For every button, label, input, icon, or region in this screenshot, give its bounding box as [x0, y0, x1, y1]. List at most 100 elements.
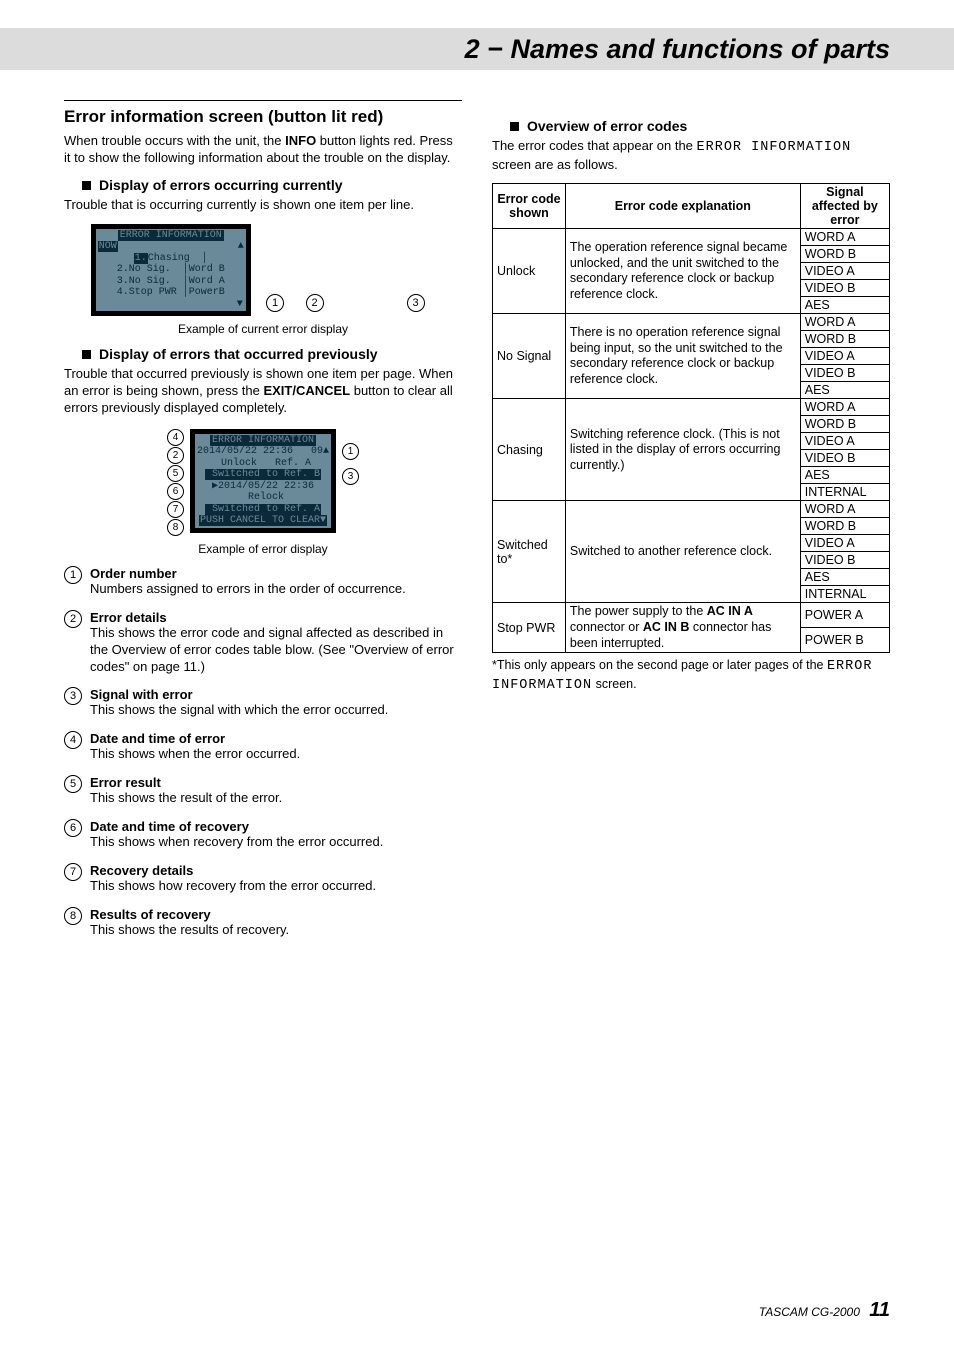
list-item: 4 Date and time of errorThis shows when t… — [64, 731, 462, 763]
list-item: 5 Error resultThis shows the result of th… — [64, 775, 462, 807]
item-description: This shows how recovery from the error o… — [90, 878, 462, 895]
cell-signal: WORD A — [800, 501, 889, 518]
callout-2b: 2 — [167, 447, 184, 464]
cell-signal: VIDEO B — [800, 450, 889, 467]
callout-8: 8 — [167, 519, 184, 536]
lcd1-title: ERROR INFORMATION — [118, 230, 224, 242]
callout-1b: 1 — [342, 443, 359, 460]
overview-intro: The error codes that appear on the ERROR… — [492, 138, 890, 173]
subheading-1: Display of errors occurring currently — [99, 177, 343, 193]
circled-number-icon: 7 — [64, 863, 82, 881]
intro-text-1: When trouble occurs with the unit, the — [64, 133, 285, 148]
item-title: Signal with error — [90, 687, 462, 702]
cell-signal: AES — [800, 467, 889, 484]
cell-signal: AES — [800, 569, 889, 586]
fig2-right-callouts: 1 3 — [342, 429, 359, 485]
circled-number-icon: 5 — [64, 775, 82, 793]
numbered-definition-list: 1Order numberNumbers assigned to errors … — [64, 566, 462, 939]
cell-signal: WORD A — [800, 229, 889, 246]
cell-error-code: Stop PWR — [493, 603, 566, 653]
cell-signal: AES — [800, 382, 889, 399]
circled-number-icon: 4 — [64, 731, 82, 749]
list-item: 8Results of recoveryThis shows the resul… — [64, 907, 462, 939]
sub1-body: Trouble that is occurring currently is s… — [64, 197, 462, 214]
item-description: This shows the signal with which the err… — [90, 702, 462, 719]
cell-signal: VIDEO B — [800, 552, 889, 569]
section-rule — [64, 100, 462, 101]
subheading-row-1: Display of errors occurring currently — [82, 177, 462, 193]
table-row: No SignalThere is no operation reference… — [493, 314, 890, 331]
cell-signal: VIDEO A — [800, 263, 889, 280]
figure-2-caption: Example of error display — [64, 542, 462, 556]
callout-6: 6 — [167, 483, 184, 500]
subheading-2: Display of errors that occurred previous… — [99, 346, 378, 362]
cell-signal: VIDEO A — [800, 433, 889, 450]
item-description: This shows the error code and signal aff… — [90, 625, 462, 676]
item-title: Date and time of error — [90, 731, 462, 746]
sub2-body: Trouble that occurred previously is show… — [64, 366, 462, 417]
cell-signal: WORD B — [800, 246, 889, 263]
item-title: Recovery details — [90, 863, 462, 878]
table-row: ChasingSwitching reference clock. (This … — [493, 399, 890, 416]
cell-signal: WORD A — [800, 399, 889, 416]
callout-3: 3 — [407, 294, 425, 312]
th-explanation: Error code explanation — [565, 184, 800, 229]
cell-error-code: Chasing — [493, 399, 566, 501]
item-description: This shows the result of the error. — [90, 790, 462, 807]
cell-signal: WORD B — [800, 518, 889, 535]
item-description: This shows when recovery from the error … — [90, 834, 462, 851]
callout-1: 1 — [266, 294, 284, 312]
lcd-screen-2: ERROR INFORMATION 2014/05/22 22:36 09▲ U… — [190, 429, 336, 533]
section-title: Error information screen (button lit red… — [64, 107, 462, 127]
circled-number-icon: 1 — [64, 566, 82, 584]
item-title: Error details — [90, 610, 462, 625]
cell-signal: WORD A — [800, 314, 889, 331]
callout-5: 5 — [167, 465, 184, 482]
cell-signal: VIDEO A — [800, 535, 889, 552]
th-error-code: Error code shown — [493, 184, 566, 229]
cell-explanation: Switched to another reference clock. — [565, 501, 800, 603]
cell-signal: WORD B — [800, 416, 889, 433]
lcd1-now: NOW — [98, 241, 118, 252]
item-title: Date and time of recovery — [90, 819, 462, 834]
list-item: 3 Signal with errorThis shows the signal … — [64, 687, 462, 719]
table-row: UnlockThe operation reference signal bec… — [493, 229, 890, 246]
cell-explanation: Switching reference clock. (This is not … — [565, 399, 800, 501]
table-row: Switched to*Switched to another referenc… — [493, 501, 890, 518]
lcd-inner-2: ERROR INFORMATION 2014/05/22 22:36 09▲ U… — [195, 434, 331, 528]
cell-signal: VIDEO A — [800, 348, 889, 365]
list-item: 2 Error detailsThis shows the error code … — [64, 610, 462, 676]
footer-page-number: 11 — [869, 1299, 890, 1321]
callout-7: 7 — [167, 501, 184, 518]
content-columns: Error information screen (button lit red… — [64, 100, 890, 951]
square-bullet-icon — [82, 350, 91, 359]
item-title: Error result — [90, 775, 462, 790]
subheading-overview: Overview of error codes — [527, 118, 687, 134]
lcd-inner-1: ERROR INFORMATION NOW ▲ 1.Chasing │ 2.No… — [96, 229, 246, 312]
left-column: Error information screen (button lit red… — [64, 100, 462, 951]
square-bullet-icon — [82, 181, 91, 190]
th-signal: Signal affected by error — [800, 184, 889, 229]
subheading-row-2: Display of errors that occurred previous… — [82, 346, 462, 362]
header-band: 2 − Names and functions of parts — [0, 28, 954, 70]
cell-signal: AES — [800, 297, 889, 314]
cell-signal: WORD B — [800, 331, 889, 348]
subheading-row-overview: Overview of error codes — [510, 118, 890, 134]
figure-1: ERROR INFORMATION NOW ▲ 1.Chasing │ 2.No… — [64, 224, 462, 317]
page-footer: TASCAM CG-2000 11 — [759, 1299, 890, 1322]
item-description: This shows when the error occurred. — [90, 746, 462, 763]
cell-signal: INTERNAL — [800, 484, 889, 501]
table-row: Stop PWRThe power supply to the AC IN A … — [493, 603, 890, 628]
circled-number-icon: 2 — [64, 610, 82, 628]
circled-number-icon: 3 — [64, 687, 82, 705]
list-item: 1Order numberNumbers assigned to errors … — [64, 566, 462, 598]
circled-number-icon: 6 — [64, 819, 82, 837]
cell-error-code: Unlock — [493, 229, 566, 314]
fig2-left-callouts: 4 2 5 6 7 8 — [167, 429, 184, 536]
callout-4: 4 — [167, 429, 184, 446]
page-header-title: 2 − Names and functions of parts — [465, 34, 890, 65]
callout-2: 2 — [306, 294, 324, 312]
figure-2: 4 2 5 6 7 8 ERROR INFORMATION 2014/05/22… — [64, 427, 462, 536]
cell-signal: INTERNAL — [800, 586, 889, 603]
cell-signal: VIDEO B — [800, 365, 889, 382]
